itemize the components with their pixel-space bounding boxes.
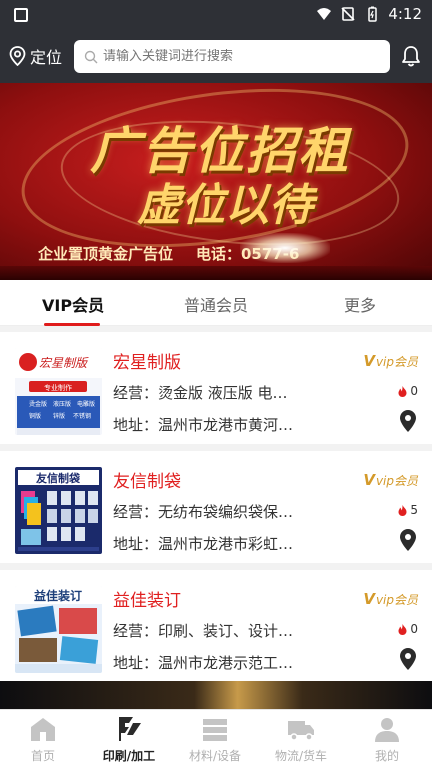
nav-home-label: 首页	[30, 749, 55, 763]
active-tab-indicator	[44, 323, 100, 326]
header: 定位	[0, 30, 432, 83]
map-pin-icon[interactable]	[400, 410, 416, 432]
popularity-value: 0	[410, 622, 418, 636]
company-address: 地址：温州市龙港示范工…	[113, 654, 294, 672]
thumb-tag: 专业制作	[44, 383, 72, 392]
truck-icon	[288, 721, 314, 741]
popularity-value: 0	[410, 384, 418, 398]
no-sim-icon	[341, 7, 355, 21]
banner-subline-left: 企业置顶黄金广告位	[38, 245, 174, 263]
business-scope: 经营：烫金版 液压版 电…	[113, 384, 288, 402]
thumb-item: 液压版	[53, 400, 71, 408]
print-icon	[119, 717, 141, 741]
company-address: 地址：温州市龙港市黄河…	[113, 416, 294, 434]
flame-icon	[398, 623, 407, 635]
company-thumbnail[interactable]: 宏星制版 专业制作 烫金版 液压版 电雕版 铜版 锌版 不锈钢	[15, 348, 102, 435]
vip-label: vip会员	[375, 474, 418, 488]
vip-label: vip会员	[375, 355, 418, 369]
user-icon	[375, 718, 399, 742]
search-box[interactable]	[74, 40, 390, 73]
nav-printing[interactable]: 印刷/加工	[86, 710, 172, 768]
home-icon	[31, 718, 55, 741]
hongxing-thumbnail-image: 宏星制版 专业制作 烫金版 液压版 电雕版 铜版 锌版 不锈钢	[15, 348, 102, 435]
bell-icon[interactable]	[400, 45, 422, 67]
vip-badge: Vvip会员	[363, 352, 418, 370]
list-item[interactable]: 宏星制版 专业制作 烫金版 液压版 电雕版 铜版 锌版 不锈钢 宏星制版 Vvi…	[0, 332, 432, 444]
tab-vip-members[interactable]: VIP会员	[42, 292, 104, 316]
search-input[interactable]	[103, 49, 373, 64]
list-item[interactable]: 友信制袋 友信制袋 Vvip会员 经营：无纺布袋编织袋保… 地址：温州市龙港市彩…	[0, 451, 432, 563]
list-item[interactable]: 益佳装订 益佳装订 Vvip会员 经营：印刷、装订、设计… 地址：温州市龙港示范…	[0, 570, 432, 682]
nav-logistics-label: 物流/货车	[274, 749, 328, 763]
vip-badge: Vvip会员	[363, 471, 418, 489]
company-name[interactable]: 益佳装订	[113, 586, 181, 611]
ad-banner[interactable]: 广告位招租 虚位以待 企业置顶黄金广告位 电话：0577-6	[0, 83, 432, 280]
flame-icon	[398, 504, 407, 516]
banner-glow	[240, 233, 330, 263]
popularity-value: 5	[410, 503, 418, 517]
thumb-item: 不锈钢	[73, 412, 91, 420]
business-scope: 经营：无纺布袋编织袋保…	[113, 503, 294, 521]
tab-more[interactable]: 更多	[344, 292, 376, 316]
popularity-count: 0	[398, 622, 418, 636]
thumb-item: 锌版	[53, 412, 65, 420]
thumb-item: 烫金版	[29, 400, 47, 408]
company-thumbnail[interactable]: 益佳装订	[15, 586, 102, 673]
nav-profile-label: 我的	[374, 749, 399, 763]
nav-materials-label: 材料/设备	[188, 749, 242, 763]
company-address: 地址：温州市龙港市彩虹…	[113, 535, 294, 553]
flame-icon	[398, 385, 407, 397]
map-pin-icon[interactable]	[400, 529, 416, 551]
youxin-thumbnail-image: 友信制袋	[15, 467, 102, 554]
nav-profile[interactable]: 我的	[344, 710, 430, 768]
status-bar: 4:12	[0, 0, 432, 30]
location-button[interactable]: 定位	[9, 44, 62, 68]
tab-regular-members[interactable]: 普通会员	[184, 292, 248, 316]
company-thumbnail[interactable]: 友信制袋	[15, 467, 102, 554]
vip-label: vip会员	[375, 593, 418, 607]
business-scope: 经营：印刷、装订、设计…	[113, 622, 294, 640]
nav-home[interactable]: 首页	[0, 710, 86, 768]
materials-icon	[203, 719, 227, 741]
gallery-notification-icon	[14, 8, 28, 22]
search-icon	[84, 50, 98, 63]
nav-materials[interactable]: 材料/设备	[172, 710, 258, 768]
member-tabs: VIP会员 普通会员 更多	[0, 280, 432, 326]
thumb-item: 电雕版	[77, 400, 95, 408]
nav-logistics[interactable]: 物流/货车	[258, 710, 344, 768]
bottom-navigation: 首页 印刷/加工 材料/设备 物流/货车 我的	[0, 709, 432, 768]
thumb-title: 友信制袋	[36, 471, 81, 485]
company-name[interactable]: 宏星制版	[113, 348, 181, 373]
company-name[interactable]: 友信制袋	[113, 467, 181, 492]
clock: 4:12	[388, 5, 422, 23]
popularity-count: 5	[398, 503, 418, 517]
top-bar: 4:12 定位	[0, 0, 432, 83]
yijia-thumbnail-image: 益佳装订	[15, 586, 102, 673]
vip-badge: Vvip会员	[363, 590, 418, 608]
thumb-title: 益佳装订	[34, 588, 82, 603]
thumb-title: 宏星制版	[39, 356, 89, 370]
location-label: 定位	[30, 48, 63, 67]
banner-bottom-edge	[0, 266, 432, 280]
wifi-icon	[317, 8, 332, 20]
thumb-item: 铜版	[29, 412, 41, 420]
location-pin-icon	[9, 46, 26, 66]
system-icons: 4:12	[316, 5, 422, 23]
app-screen: 4:12 定位 广告位招租 虚位以待 企业置顶黄金广告位 电话：0577-6 V…	[0, 0, 432, 768]
popularity-count: 0	[398, 384, 418, 398]
map-pin-icon[interactable]	[400, 648, 416, 670]
nav-printing-label: 印刷/加工	[102, 749, 156, 763]
banner-headline-2: 虚位以待	[137, 180, 313, 231]
battery-icon	[368, 6, 378, 22]
secondary-banner-peek[interactable]	[0, 681, 432, 709]
